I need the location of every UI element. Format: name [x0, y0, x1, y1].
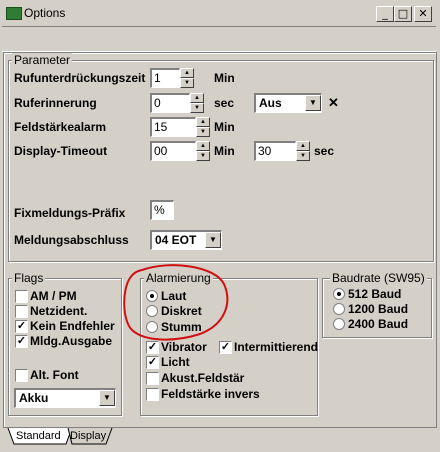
ruferinnerung-spinner[interactable]: ▲ ▼ [190, 93, 204, 113]
display-timeout-sec-input[interactable]: 30 [254, 141, 296, 161]
app-icon [6, 7, 22, 20]
spin-up-icon[interactable]: ▲ [196, 141, 210, 151]
ruferinnerung-select-value: Aus [259, 96, 282, 110]
spin-down-icon[interactable]: ▼ [180, 78, 194, 88]
font-select-value: Akku [19, 391, 49, 405]
spin-up-icon[interactable]: ▲ [180, 68, 194, 78]
tab-display[interactable]: Display [70, 430, 106, 442]
display-timeout-sec-unit: sec [314, 144, 335, 158]
spin-down-icon[interactable]: ▼ [296, 151, 310, 161]
baud-2400-radio[interactable] [333, 318, 345, 330]
baud-512-label: 512 Baud [348, 287, 402, 301]
toolbar-area [2, 26, 436, 52]
ruferinnerung-unit: sec [214, 96, 235, 110]
am-pm-checkbox[interactable] [15, 290, 28, 303]
fixmeldungs-praefix-input[interactable]: % [150, 200, 174, 220]
spin-down-icon[interactable]: ▼ [196, 151, 210, 161]
title-bar: Options _ □ ✕ [0, 0, 440, 26]
alt-font-checkbox[interactable] [15, 369, 28, 382]
baud-1200-label: 1200 Baud [348, 302, 409, 316]
licht-checkbox[interactable]: ✓ [146, 356, 159, 369]
am-pm-label: AM / PM [30, 289, 77, 303]
spin-up-icon[interactable]: ▲ [296, 141, 310, 151]
feldstaerkealarm-label: Feldstärkealarm [14, 120, 107, 134]
maximize-button[interactable]: □ [394, 6, 412, 22]
display-timeout-label: Display-Timeout [14, 144, 108, 158]
rufunterdrueckungszeit-spinner[interactable]: ▲ ▼ [180, 68, 194, 88]
fixmeldungs-praefix-label: Fixmeldungs-Präfix [14, 206, 126, 220]
feldstaerkealarm-input[interactable]: 15 [150, 117, 196, 137]
licht-label: Licht [161, 355, 190, 369]
rufunterdrueckungszeit-input[interactable]: 1 [150, 68, 180, 88]
display-timeout-min-input[interactable]: 00 [150, 141, 196, 161]
alt-font-label: Alt. Font [30, 368, 79, 382]
clear-icon[interactable]: ✕ [328, 95, 339, 111]
rufunterdrueckungszeit-label: Rufunterdrückungszeit [14, 71, 146, 85]
close-button[interactable]: ✕ [414, 6, 432, 22]
feldstaerke-invers-checkbox[interactable] [146, 388, 159, 401]
display-timeout-min-unit: Min [214, 144, 235, 158]
ruferinnerung-label: Ruferinnerung [14, 96, 97, 110]
flags-legend: Flags [12, 271, 46, 285]
ruferinnerung-input[interactable]: 0 [150, 93, 190, 113]
spin-down-icon[interactable]: ▼ [190, 103, 204, 113]
baud-512-radio[interactable] [333, 288, 345, 300]
chevron-down-icon[interactable]: ▼ [205, 232, 221, 248]
baudrate-legend: Baudrate (SW95) [330, 271, 427, 285]
mldg-ausgabe-label: Mldg.Ausgabe [30, 334, 113, 348]
annotation-circle [123, 264, 229, 341]
feldstaerkealarm-spinner[interactable]: ▲ ▼ [196, 117, 210, 137]
meldungsabschluss-label: Meldungsabschluss [14, 233, 129, 247]
spin-down-icon[interactable]: ▼ [196, 127, 210, 137]
akust-feldstaer-checkbox[interactable] [146, 372, 159, 385]
spin-up-icon[interactable]: ▲ [190, 93, 204, 103]
kein-endfehler-checkbox[interactable]: ✓ [15, 320, 28, 333]
feldstaerke-invers-label: Feldstärke invers [161, 387, 260, 401]
mldg-ausgabe-checkbox[interactable]: ✓ [15, 335, 28, 348]
akust-feldstaer-label: Akust.Feldstär [161, 371, 245, 385]
baud-1200-radio[interactable] [333, 303, 345, 315]
parameter-legend: Parameter [12, 53, 73, 67]
meldungsabschluss-select-value: 04 EOT [155, 233, 197, 247]
window-title: Options [24, 6, 66, 20]
meldungsabschluss-select[interactable]: 04 EOT ▼ [150, 230, 222, 250]
intermittierend-label: Intermittierend [234, 340, 319, 354]
feldstaerkealarm-unit: Min [214, 120, 235, 134]
chevron-down-icon[interactable]: ▼ [305, 95, 321, 111]
display-timeout-sec-spinner[interactable]: ▲ ▼ [296, 141, 310, 161]
minimize-button[interactable]: _ [376, 6, 394, 22]
kein-endfehler-label: Kein Endfehler [30, 319, 115, 333]
display-timeout-min-spinner[interactable]: ▲ ▼ [196, 141, 210, 161]
tab-standard[interactable]: Standard [16, 430, 61, 442]
netzident-checkbox[interactable] [15, 305, 28, 318]
chevron-down-icon[interactable]: ▼ [99, 390, 115, 406]
rufunterdrueckungszeit-unit: Min [214, 71, 235, 85]
baud-2400-label: 2400 Baud [348, 317, 409, 331]
netzident-label: Netzident. [30, 304, 88, 318]
spin-up-icon[interactable]: ▲ [196, 117, 210, 127]
font-select[interactable]: Akku ▼ [14, 388, 116, 408]
ruferinnerung-select[interactable]: Aus ▼ [254, 93, 322, 113]
